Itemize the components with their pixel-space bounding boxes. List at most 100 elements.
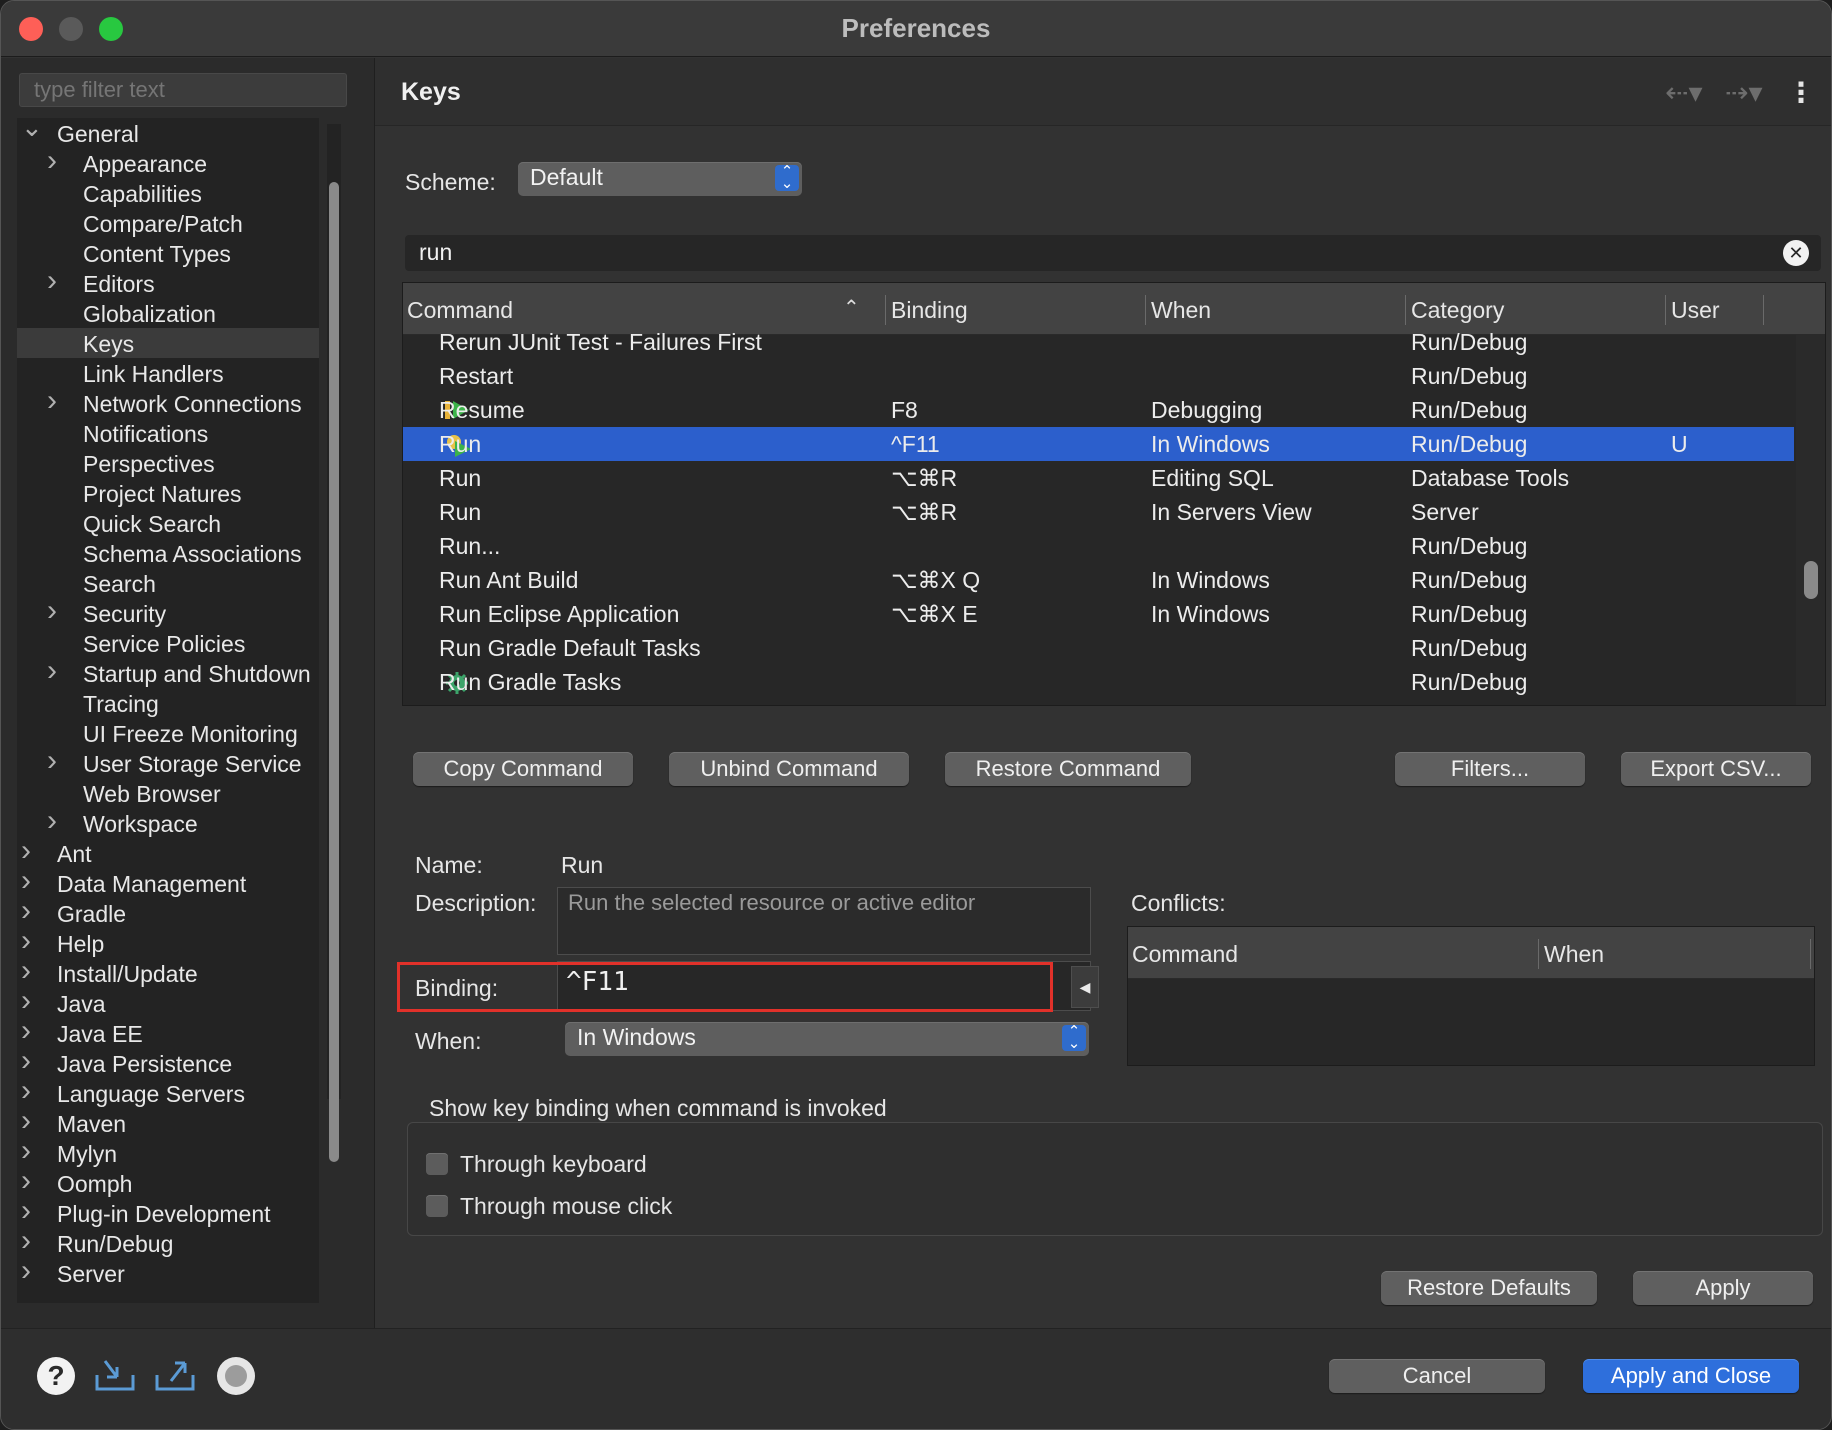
table-row[interactable]: Run Ant Build ⌥⌘X Q In Windows Run/Debug (403, 563, 1794, 597)
column-header-category[interactable]: Category (1411, 297, 1504, 324)
tree-item[interactable]: › Java (17, 984, 319, 1018)
chevron-right-icon[interactable]: › (21, 1134, 39, 1167)
cancel-button[interactable]: Cancel (1329, 1359, 1545, 1393)
tree-item[interactable]: › Startup and Shutdown (17, 654, 319, 688)
tree-item[interactable]: › Install/Update (17, 954, 319, 988)
when-select[interactable]: In Windows ⌃ ⌄ (565, 1022, 1089, 1056)
binding-menu-arrow-icon[interactable]: ◀ (1071, 966, 1099, 1008)
tree-item[interactable]: › Editors (17, 264, 319, 298)
through-keyboard-label[interactable]: Through keyboard (460, 1151, 647, 1178)
unbind-command-button[interactable]: Unbind Command (669, 752, 909, 786)
chevron-right-icon[interactable]: › (21, 1194, 39, 1227)
more-menu-icon[interactable]: ⋮ (1787, 76, 1815, 109)
tree-item[interactable]: Quick Search (17, 508, 319, 538)
table-row[interactable]: Rerun JUnit Test - Failures First Run/Deb… (403, 325, 1794, 359)
chevron-right-icon[interactable]: › (21, 894, 39, 927)
chevron-right-icon[interactable]: › (47, 804, 65, 837)
column-divider[interactable] (1145, 295, 1146, 325)
tree-item[interactable]: › Gradle (17, 894, 319, 928)
tree-item[interactable]: › Security (17, 594, 319, 628)
tree-scrollbar-thumb[interactable] (329, 182, 339, 1162)
column-divider[interactable] (1405, 295, 1406, 325)
tree-item[interactable]: Keys (17, 328, 319, 358)
tree-item[interactable]: › Appearance (17, 144, 319, 178)
table-row[interactable]: Run ^F11 In Windows Run/Debug U (403, 427, 1794, 461)
column-divider[interactable] (1810, 939, 1811, 969)
chevron-right-icon[interactable]: › (21, 834, 39, 867)
tree-item[interactable]: › Java EE (17, 1014, 319, 1048)
conflicts-column-when[interactable]: When (1544, 941, 1604, 968)
export-csv-button[interactable]: Export CSV... (1621, 752, 1811, 786)
table-vertical-scrollbar[interactable] (1796, 335, 1825, 705)
column-header-binding[interactable]: Binding (891, 297, 968, 324)
table-row[interactable]: Run ⌥⌘R Editing SQL Database Tools (403, 461, 1794, 495)
tree-item[interactable]: Compare/Patch (17, 208, 319, 238)
tree-item[interactable]: Perspectives (17, 448, 319, 478)
tree-item[interactable]: Globalization (17, 298, 319, 328)
tree-item[interactable]: Schema Associations (17, 538, 319, 568)
back-arrow-icon[interactable]: ⇠▾ (1665, 76, 1703, 109)
column-header-command[interactable]: Command (407, 297, 513, 324)
chevron-down-icon[interactable]: ⌄ (21, 118, 43, 142)
filter-input[interactable] (19, 73, 347, 107)
clear-search-icon[interactable]: ✕ (1783, 240, 1809, 266)
chevron-right-icon[interactable]: › (21, 864, 39, 897)
export-icon[interactable] (153, 1355, 197, 1395)
tree-item[interactable]: Project Natures (17, 478, 319, 508)
column-divider[interactable] (1763, 295, 1764, 325)
tree-item[interactable]: Notifications (17, 418, 319, 448)
tree-item[interactable]: › User Storage Service (17, 744, 319, 778)
table-scrollbar-thumb[interactable] (1804, 561, 1818, 599)
chevron-right-icon[interactable]: › (47, 384, 65, 417)
table-row[interactable]: Run Eclipse Application ⌥⌘X E In Windows Ru… (403, 597, 1794, 631)
apply-and-close-button[interactable]: Apply and Close (1583, 1359, 1799, 1393)
restore-command-button[interactable]: Restore Command (945, 752, 1191, 786)
table-row[interactable]: Resume F8 Debugging Run/Debug (403, 393, 1794, 427)
tree-item[interactable]: › Mylyn (17, 1134, 319, 1168)
tree-vertical-scrollbar[interactable] (327, 124, 341, 1162)
apply-button[interactable]: Apply (1633, 1271, 1813, 1305)
chevron-right-icon[interactable]: › (21, 954, 39, 987)
tree-item[interactable]: › Language Servers (17, 1074, 319, 1108)
through-mouse-label[interactable]: Through mouse click (460, 1193, 672, 1220)
conflicts-column-command[interactable]: Command (1132, 941, 1238, 968)
chevron-right-icon[interactable]: › (47, 744, 65, 777)
tree-item[interactable]: › Data Management (17, 864, 319, 898)
chevron-right-icon[interactable]: › (21, 1074, 39, 1107)
through-mouse-checkbox[interactable] (426, 1195, 448, 1217)
chevron-right-icon[interactable]: › (21, 924, 39, 957)
chevron-right-icon[interactable]: › (47, 594, 65, 627)
key-search-input[interactable]: run ✕ (405, 235, 1821, 271)
record-icon[interactable] (217, 1357, 255, 1395)
tree-item[interactable]: Capabilities (17, 178, 319, 208)
tree-item[interactable]: › Help (17, 924, 319, 958)
column-header-user[interactable]: User (1671, 297, 1720, 324)
scheme-select[interactable]: Default ⌃ ⌄ (518, 162, 802, 196)
column-divider[interactable] (1665, 295, 1666, 325)
tree-item[interactable]: › Network Connections (17, 384, 319, 418)
tree-item[interactable]: › Maven (17, 1104, 319, 1138)
table-row[interactable]: Run Gradle Default Tasks Run/Debug (403, 631, 1794, 665)
tree-item[interactable]: Tracing (17, 688, 319, 718)
chevron-right-icon[interactable]: › (47, 144, 65, 177)
import-icon[interactable] (93, 1355, 137, 1395)
description-field[interactable]: Run the selected resource or active edit… (557, 887, 1091, 955)
restore-defaults-button[interactable]: Restore Defaults (1381, 1271, 1597, 1305)
chevron-right-icon[interactable]: › (21, 1164, 39, 1197)
chevron-right-icon[interactable]: › (21, 984, 39, 1017)
filters-button[interactable]: Filters... (1395, 752, 1585, 786)
chevron-right-icon[interactable]: › (21, 1254, 39, 1287)
column-header-when[interactable]: When (1151, 297, 1211, 324)
table-row[interactable]: Run Gradle Tasks Run/Debug (403, 665, 1794, 699)
chevron-right-icon[interactable]: › (47, 264, 65, 297)
table-row[interactable]: Run ⌥⌘R In Servers View Server (403, 495, 1794, 529)
help-icon[interactable]: ? (37, 1357, 75, 1395)
chevron-right-icon[interactable]: › (21, 1104, 39, 1137)
column-divider[interactable] (1538, 939, 1539, 969)
tree-item[interactable]: › Java Persistence (17, 1044, 319, 1078)
table-row[interactable]: Restart Run/Debug (403, 359, 1794, 393)
column-divider[interactable] (885, 295, 886, 325)
chevron-right-icon[interactable]: › (21, 1224, 39, 1257)
chevron-right-icon[interactable]: › (21, 1044, 39, 1077)
tree-item[interactable]: › Server (17, 1254, 319, 1288)
